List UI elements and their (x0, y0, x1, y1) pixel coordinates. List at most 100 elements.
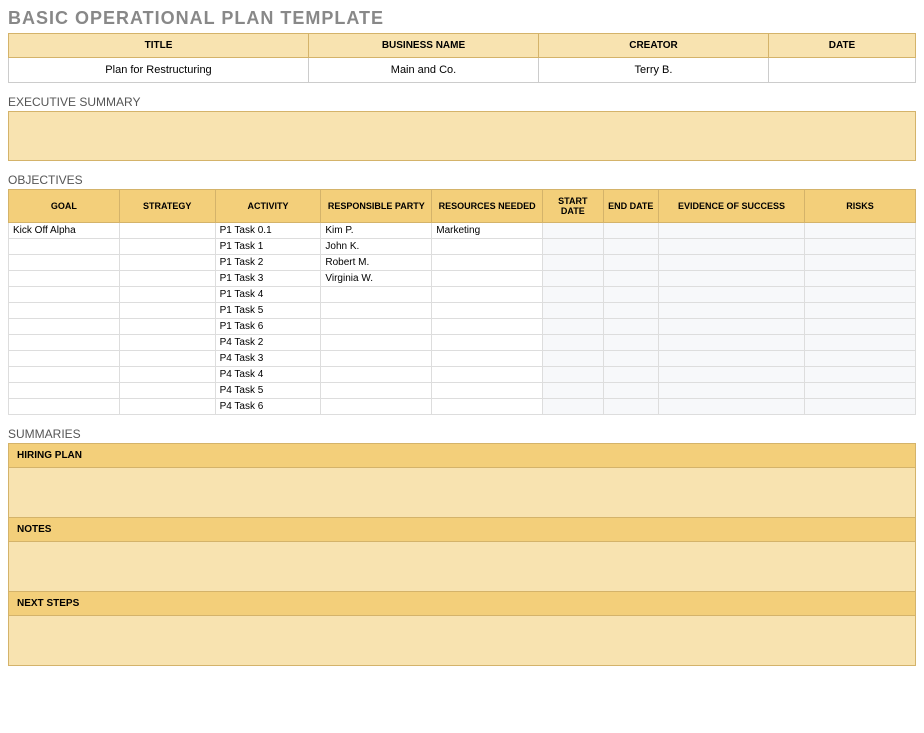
cell-start[interactable] (543, 287, 603, 303)
cell-goal[interactable] (9, 399, 120, 415)
cell-goal[interactable] (9, 303, 120, 319)
header-value-date[interactable] (769, 58, 916, 83)
cell-activity[interactable]: P1 Task 3 (215, 271, 321, 287)
cell-evidence[interactable] (658, 255, 804, 271)
cell-start[interactable] (543, 383, 603, 399)
cell-responsible[interactable]: Virginia W. (321, 271, 432, 287)
cell-start[interactable] (543, 319, 603, 335)
cell-risks[interactable] (805, 383, 916, 399)
cell-risks[interactable] (805, 351, 916, 367)
summary-content[interactable] (8, 468, 916, 518)
cell-end[interactable] (603, 367, 658, 383)
cell-activity[interactable]: P1 Task 1 (215, 239, 321, 255)
cell-activity[interactable]: P1 Task 4 (215, 287, 321, 303)
cell-strategy[interactable] (119, 271, 215, 287)
cell-evidence[interactable] (658, 303, 804, 319)
cell-risks[interactable] (805, 303, 916, 319)
cell-start[interactable] (543, 335, 603, 351)
cell-end[interactable] (603, 303, 658, 319)
cell-goal[interactable]: Kick Off Alpha (9, 223, 120, 239)
cell-goal[interactable] (9, 335, 120, 351)
cell-risks[interactable] (805, 239, 916, 255)
cell-goal[interactable] (9, 367, 120, 383)
cell-responsible[interactable] (321, 383, 432, 399)
cell-end[interactable] (603, 223, 658, 239)
cell-activity[interactable]: P1 Task 0.1 (215, 223, 321, 239)
cell-evidence[interactable] (658, 367, 804, 383)
cell-strategy[interactable] (119, 351, 215, 367)
cell-activity[interactable]: P1 Task 5 (215, 303, 321, 319)
cell-activity[interactable]: P4 Task 6 (215, 399, 321, 415)
cell-strategy[interactable] (119, 367, 215, 383)
cell-responsible[interactable] (321, 319, 432, 335)
cell-risks[interactable] (805, 335, 916, 351)
cell-evidence[interactable] (658, 239, 804, 255)
cell-resources[interactable] (432, 239, 543, 255)
cell-responsible[interactable]: Robert M. (321, 255, 432, 271)
cell-strategy[interactable] (119, 303, 215, 319)
cell-activity[interactable]: P4 Task 5 (215, 383, 321, 399)
cell-resources[interactable] (432, 303, 543, 319)
cell-end[interactable] (603, 239, 658, 255)
cell-risks[interactable] (805, 223, 916, 239)
executive-summary-box[interactable] (8, 111, 916, 161)
cell-evidence[interactable] (658, 399, 804, 415)
cell-responsible[interactable] (321, 351, 432, 367)
cell-goal[interactable] (9, 239, 120, 255)
header-value-creator[interactable]: Terry B. (539, 58, 769, 83)
cell-responsible[interactable]: Kim P. (321, 223, 432, 239)
cell-evidence[interactable] (658, 271, 804, 287)
cell-activity[interactable]: P4 Task 3 (215, 351, 321, 367)
cell-start[interactable] (543, 351, 603, 367)
cell-strategy[interactable] (119, 287, 215, 303)
cell-responsible[interactable] (321, 335, 432, 351)
cell-risks[interactable] (805, 255, 916, 271)
cell-strategy[interactable] (119, 223, 215, 239)
cell-responsible[interactable] (321, 399, 432, 415)
cell-strategy[interactable] (119, 255, 215, 271)
summary-content[interactable] (8, 542, 916, 592)
cell-evidence[interactable] (658, 287, 804, 303)
cell-evidence[interactable] (658, 223, 804, 239)
cell-evidence[interactable] (658, 351, 804, 367)
cell-goal[interactable] (9, 351, 120, 367)
cell-goal[interactable] (9, 271, 120, 287)
cell-start[interactable] (543, 255, 603, 271)
cell-end[interactable] (603, 399, 658, 415)
cell-resources[interactable] (432, 351, 543, 367)
cell-resources[interactable] (432, 271, 543, 287)
cell-goal[interactable] (9, 319, 120, 335)
cell-end[interactable] (603, 287, 658, 303)
cell-activity[interactable]: P4 Task 4 (215, 367, 321, 383)
cell-strategy[interactable] (119, 399, 215, 415)
cell-evidence[interactable] (658, 335, 804, 351)
cell-end[interactable] (603, 335, 658, 351)
cell-risks[interactable] (805, 367, 916, 383)
cell-risks[interactable] (805, 287, 916, 303)
cell-strategy[interactable] (119, 335, 215, 351)
cell-resources[interactable] (432, 319, 543, 335)
cell-start[interactable] (543, 367, 603, 383)
header-value-title[interactable]: Plan for Restructuring (9, 58, 309, 83)
cell-end[interactable] (603, 255, 658, 271)
cell-end[interactable] (603, 383, 658, 399)
cell-activity[interactable]: P4 Task 2 (215, 335, 321, 351)
cell-resources[interactable] (432, 255, 543, 271)
cell-resources[interactable] (432, 287, 543, 303)
cell-risks[interactable] (805, 399, 916, 415)
cell-resources[interactable]: Marketing (432, 223, 543, 239)
cell-end[interactable] (603, 271, 658, 287)
cell-end[interactable] (603, 351, 658, 367)
cell-evidence[interactable] (658, 319, 804, 335)
cell-start[interactable] (543, 223, 603, 239)
cell-start[interactable] (543, 399, 603, 415)
summary-content[interactable] (8, 616, 916, 666)
header-value-business[interactable]: Main and Co. (309, 58, 539, 83)
cell-risks[interactable] (805, 319, 916, 335)
cell-resources[interactable] (432, 335, 543, 351)
cell-end[interactable] (603, 319, 658, 335)
cell-goal[interactable] (9, 255, 120, 271)
cell-resources[interactable] (432, 399, 543, 415)
cell-responsible[interactable] (321, 287, 432, 303)
cell-responsible[interactable] (321, 367, 432, 383)
